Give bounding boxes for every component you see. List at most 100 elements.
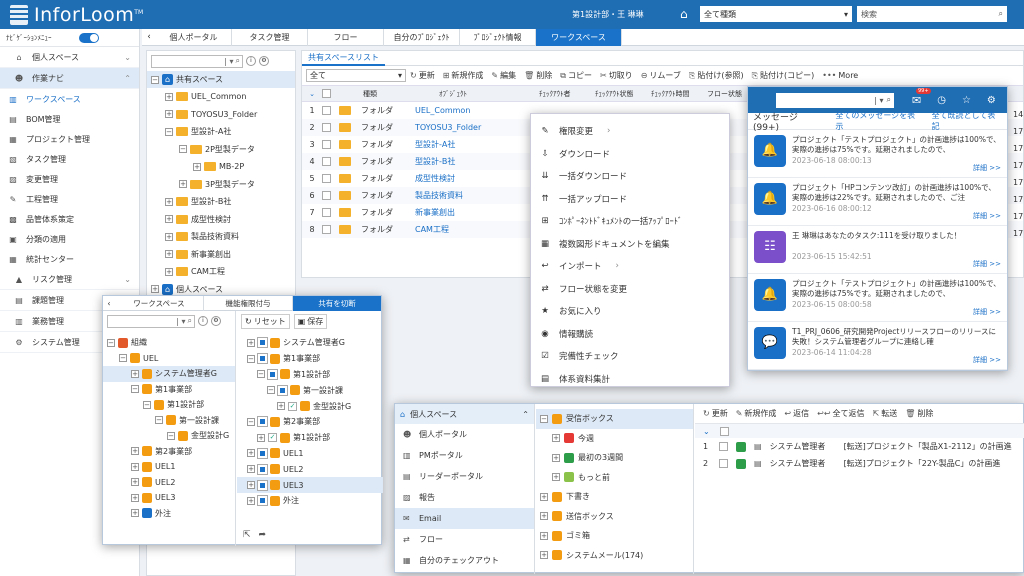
tree-item[interactable]: +3P型製データ [147,176,295,194]
sidebar-item[interactable]: ▦ 統計センター [0,249,139,269]
mail-row-checkbox[interactable] [719,459,728,468]
star-icon[interactable]: ☆ [962,95,971,106]
perm-checkbox[interactable] [257,447,268,459]
perm-node[interactable]: − 第一設計課 [237,382,383,398]
mail-toolbar-button-5[interactable]: 🗑 削除 [905,408,933,419]
perm-checkbox[interactable] [267,368,278,380]
gear-icon[interactable]: ⚙ [987,95,996,106]
perm-checkbox[interactable] [257,463,268,475]
tree-item[interactable]: + 新事業創出 [147,246,295,264]
column-header[interactable]: ﾁｪｯｸｱｳﾄ者 [539,89,595,99]
row-checkbox[interactable] [322,140,331,149]
context-menu-item[interactable]: ✎ 権限変更 › [531,120,729,143]
perm-node[interactable]: − 第1事業部 [237,351,383,367]
perm-node[interactable]: + UEL1 [237,446,383,462]
type-select[interactable]: 全て種類 ▾ [700,6,852,22]
tab-1[interactable]: タスク管理 [232,28,308,46]
expand-toggle[interactable]: + [165,197,173,206]
message-item[interactable]: 🔔 プロジェクト「テストプロジェクト」の計画進捗は100%で、実際の進捗は75%で… [748,130,1007,178]
settings-icon[interactable]: ⚙ [259,56,269,66]
perm-checkbox[interactable] [257,479,268,491]
tree-item[interactable]: − 型設計-A社 [147,123,295,141]
collapse-toggle[interactable]: − [151,75,159,84]
reset-button[interactable]: ↻ リセット [241,313,290,329]
detail-link[interactable]: 詳細 >> [973,307,1001,317]
expand-toggle[interactable]: − [247,417,255,426]
detail-link[interactable]: 詳細 >> [973,211,1001,221]
org-node[interactable]: − 第1事業部 [103,382,235,398]
row-checkbox[interactable] [322,208,331,217]
org-node[interactable]: + UEL3 [103,490,235,506]
row-object-link[interactable]: 製品技術資料 [415,190,515,201]
expand-toggle[interactable]: + [179,180,187,189]
row-object-link[interactable]: 成型性検討 [415,173,515,184]
expand-toggle[interactable]: + [247,481,255,490]
context-menu-item[interactable]: ☑ 完備性チェック [531,345,729,368]
tree-root[interactable]: − ⌂ 共有スペース [147,71,295,88]
tab-5[interactable]: ワークスペース [536,28,622,46]
row-checkbox[interactable] [322,174,331,183]
tree-item[interactable]: + 成型性検討 [147,211,295,229]
mail-toolbar-button-0[interactable]: ↻ 更新 [703,408,728,419]
home-icon[interactable]: ⌂ [680,7,688,21]
expand-toggle[interactable]: − [131,385,139,394]
select-all-checkbox[interactable] [719,426,729,436]
expand-toggle[interactable]: − [267,386,275,395]
sidebar-item[interactable]: ▥ ワークスペース [0,89,139,109]
mail-nav-item[interactable]: ✉ Email [395,508,534,529]
toolbar-button-1[interactable]: ⊞ 新規作成 [443,70,484,81]
mail-folder[interactable]: − 受信ボックス [536,409,693,429]
tree-item[interactable]: + UEL_Common [147,88,295,106]
context-menu-item[interactable]: ⇈ 一括アップロード [531,188,729,211]
perm-node[interactable]: + ✓ 金型設計G [237,398,383,414]
detail-link[interactable]: 詳細 >> [973,259,1001,269]
nav-toggle-switch[interactable] [79,32,99,43]
tab-3[interactable]: 自分のﾌﾟﾛｼﾞｪｸﾄ [384,28,460,46]
row-object-link[interactable]: 型設計-B社 [415,156,515,167]
perm-checkbox[interactable]: ✓ [268,433,277,443]
expand-toggle[interactable]: + [257,433,265,442]
row-object-link[interactable]: UEL_Common [415,106,515,115]
context-menu-item[interactable]: ⇊ 一括ダウンロード [531,165,729,188]
tree-item[interactable]: + 型設計-B社 [147,193,295,211]
mail-row-checkbox[interactable] [719,442,728,451]
sidebar-item[interactable]: ▧ タスク管理 [0,149,139,169]
context-menu-item[interactable]: ⇄ フロー状態を変更 [531,278,729,301]
expand-toggle[interactable]: + [131,369,139,378]
settings-icon[interactable]: ⚙ [211,316,221,326]
perm-search-input[interactable]: | ▾ ⌕ [107,314,195,328]
row-object-link[interactable]: TOYOSU3_Folder [415,123,515,132]
mail-nav-item[interactable]: ▨ 報告 [395,487,534,508]
global-search-input[interactable]: 検索 ⌕ [857,6,1007,22]
toolbar-button-3[interactable]: 🗑 削除 [524,70,552,81]
perm-node[interactable]: − 第2事業部 [237,414,383,430]
expand-toggle[interactable]: + [131,462,139,471]
perm-checkbox[interactable] [257,337,268,349]
row-checkbox[interactable] [322,157,331,166]
tree-search-input[interactable]: | ▾ ⌕ [151,54,243,68]
search-icon[interactable]: ⌕ [188,316,192,326]
search-icon[interactable]: ⌕ [236,56,240,66]
perm-checkbox[interactable] [257,353,268,365]
mail-toolbar-button-1[interactable]: ✎ 新規作成 [736,408,777,419]
org-node[interactable]: − 金型設計G [103,428,235,444]
expand-toggle[interactable]: + [165,92,173,101]
mail-subject[interactable]: [転送]プロジェクト「製品X1-2112」の計画進 [844,441,1014,452]
clock-icon[interactable]: ◷ [937,95,946,106]
perm-node[interactable]: + ✓ 第1設計部 [237,430,383,446]
perm-tab-2[interactable]: 共有を切断 [293,295,381,311]
expand-toggle[interactable]: − [119,354,127,363]
toolbar-button-2[interactable]: ✎ 編集 [491,70,516,81]
message-item[interactable]: 🔔 プロジェクト「HPコンテンツ改訂」の計画進捗は100%で、実際の進捗は22%で… [748,178,1007,226]
mail-toolbar-button-3[interactable]: ↩↩ 全て返信 [817,408,864,419]
tree-item[interactable]: − 2P型製データ [147,141,295,159]
expand-toggle[interactable]: + [165,250,173,259]
perm-checkbox[interactable] [257,495,268,507]
sidebar-item[interactable]: ▩ 品管体系策定 [0,209,139,229]
column-header[interactable]: ｵﾌﾞｼﾞｪｸﾄ [439,89,539,99]
share-icon[interactable]: ⇱ [243,530,251,540]
sidebar-item[interactable]: ☻ 作業ナビ ⌃ [0,68,139,89]
sidebar-item[interactable]: ▨ 変更管理 [0,169,139,189]
row-object-link[interactable]: 型設計-A社 [415,139,515,150]
context-menu-item[interactable]: ★ お気に入り [531,300,729,323]
